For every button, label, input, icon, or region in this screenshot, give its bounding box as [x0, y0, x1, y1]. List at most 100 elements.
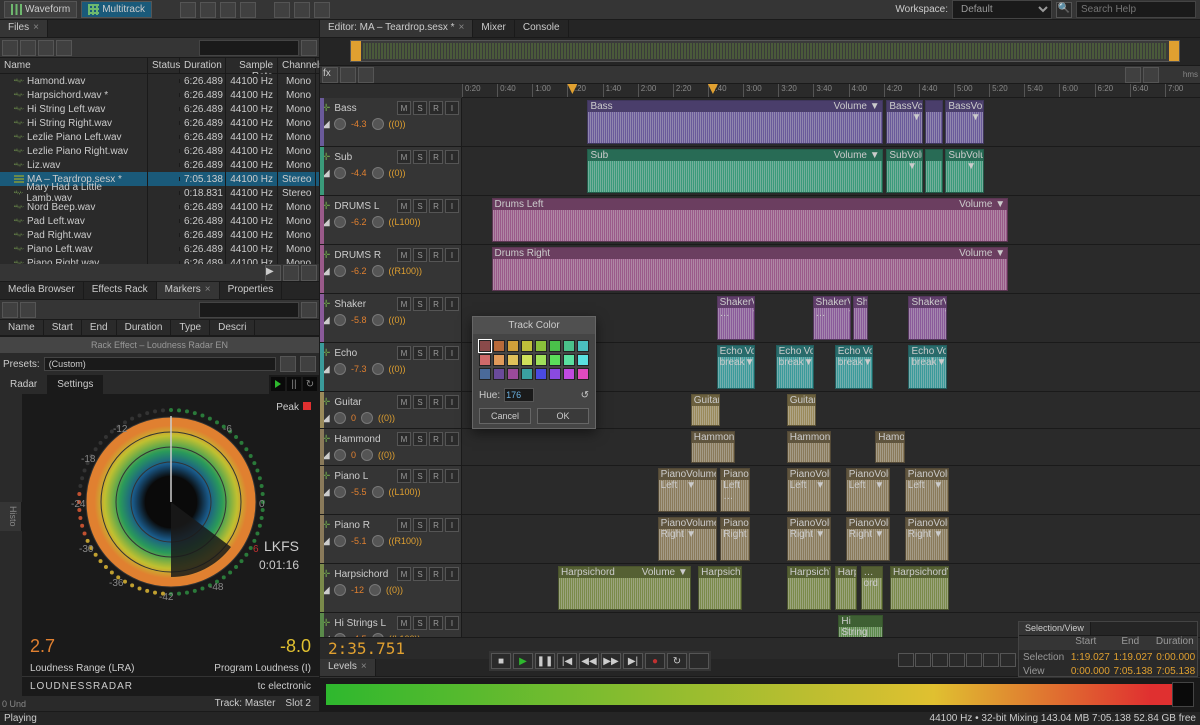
panel-tab[interactable]: Effects Rack — [84, 282, 157, 299]
record-arm-button[interactable]: R — [429, 395, 443, 409]
color-swatch[interactable] — [479, 368, 491, 380]
solo-button[interactable]: S — [413, 567, 427, 581]
radar-pause-button[interactable]: || — [287, 377, 301, 391]
audio-clip[interactable]: Echo breakVolume ▼ — [776, 345, 814, 389]
mute-button[interactable]: M — [397, 150, 411, 164]
audio-clip[interactable]: Echo breakVolume ▼ — [908, 345, 946, 389]
solo-button[interactable]: S — [413, 248, 427, 262]
monitor-button[interactable]: I — [445, 395, 459, 409]
mute-button[interactable]: M — [397, 432, 411, 446]
color-swatch[interactable] — [535, 340, 547, 352]
stop-button[interactable]: ■ — [491, 653, 511, 669]
snap-toggle[interactable] — [1125, 67, 1141, 83]
solo-button[interactable]: S — [413, 346, 427, 360]
cancel-button[interactable]: Cancel — [479, 408, 531, 424]
file-row[interactable]: Nord Beep.wav6:26.48944100 HzMono — [0, 200, 319, 214]
zoom-in-h[interactable] — [898, 653, 914, 667]
audio-clip[interactable]: Drums RightVolume ▼ — [492, 247, 1009, 291]
mute-button[interactable]: M — [397, 395, 411, 409]
zoom-full[interactable] — [932, 653, 948, 667]
mute-button[interactable]: M — [397, 567, 411, 581]
reset-hue-icon[interactable]: ↺ — [581, 390, 589, 401]
file-autoplay-button[interactable] — [301, 265, 317, 281]
record-arm-button[interactable]: R — [429, 346, 443, 360]
mute-button[interactable]: M — [397, 248, 411, 262]
tool-time-select[interactable] — [240, 2, 256, 18]
pan-knob[interactable] — [372, 363, 384, 375]
pan-knob[interactable] — [369, 584, 381, 596]
volume-knob[interactable] — [334, 535, 346, 547]
color-swatch[interactable] — [493, 340, 505, 352]
color-swatch[interactable] — [549, 368, 561, 380]
pan-knob[interactable] — [361, 449, 373, 461]
audio-clip[interactable]: Shaker …Volume ▼ — [717, 296, 755, 340]
import-button[interactable] — [20, 40, 36, 56]
close-file-button[interactable] — [38, 40, 54, 56]
audio-clip[interactable] — [925, 100, 943, 144]
audio-clip[interactable]: Piano Left … — [720, 468, 750, 512]
send-toggle[interactable] — [340, 67, 356, 83]
record-arm-button[interactable]: R — [429, 297, 443, 311]
audio-clip[interactable]: HarpsichVolume ▼ — [698, 566, 742, 610]
audio-clip[interactable]: Guitar — [787, 394, 817, 426]
color-swatch[interactable] — [521, 368, 533, 380]
color-swatch[interactable] — [577, 354, 589, 366]
mute-button[interactable]: M — [397, 616, 411, 630]
zoom-sel[interactable] — [949, 653, 965, 667]
volume-knob[interactable] — [334, 167, 346, 179]
open-file-button[interactable] — [2, 40, 18, 56]
panel-tab[interactable]: Properties — [220, 282, 283, 299]
audio-clip[interactable]: Piano RightVolume ▼ — [658, 517, 717, 561]
pan-knob[interactable] — [372, 118, 384, 130]
record-button[interactable]: ● — [645, 653, 665, 669]
delete-preset-button[interactable] — [300, 356, 316, 372]
color-swatch[interactable] — [549, 354, 561, 366]
next-button[interactable]: ▶| — [623, 653, 643, 669]
audio-clip[interactable]: HarpsichordVolume ▼ — [558, 566, 691, 610]
snap-options[interactable] — [1143, 67, 1159, 83]
audio-clip[interactable]: Shaker …Volume ▼ — [813, 296, 851, 340]
solo-button[interactable]: S — [413, 518, 427, 532]
file-loop-button[interactable] — [283, 265, 299, 281]
monitor-button[interactable]: I — [445, 616, 459, 630]
track-lane[interactable]: Drums LeftVolume ▼ — [462, 196, 1200, 244]
file-list[interactable]: Hamond.wav6:26.48944100 HzMonoHarpsichor… — [0, 74, 319, 264]
fx-toggle[interactable]: fx — [322, 67, 338, 83]
audio-clip[interactable]: HarpsichordVolume ▼ — [890, 566, 949, 610]
color-swatch[interactable] — [577, 340, 589, 352]
monitor-button[interactable]: I — [445, 469, 459, 483]
track-lane[interactable]: SubVolume ▼SubVolume ▼SubVolume ▼ — [462, 147, 1200, 195]
color-swatch[interactable] — [549, 340, 561, 352]
color-swatch[interactable] — [493, 368, 505, 380]
color-swatch[interactable] — [563, 340, 575, 352]
pan-knob[interactable] — [372, 167, 384, 179]
pan-knob[interactable] — [372, 216, 384, 228]
loop-button[interactable]: ↻ — [667, 653, 687, 669]
audio-clip[interactable]: Hi String Left — [838, 615, 882, 637]
time-ruler[interactable]: 0:200:401:001:201:402:002:202:403:003:20… — [462, 84, 1200, 98]
marker-filter-input[interactable] — [199, 302, 299, 318]
multitrack-mode-button[interactable]: Multitrack — [81, 1, 152, 18]
file-row[interactable]: Hamond.wav6:26.48944100 HzMono — [0, 74, 319, 88]
audio-clip[interactable]: SubVolume ▼ — [886, 149, 923, 193]
pause-button[interactable]: ❚❚ — [535, 653, 555, 669]
audio-clip[interactable]: Echo breakVolume ▼ — [835, 345, 873, 389]
audio-clip[interactable]: ShakerVolume ▼ — [908, 296, 946, 340]
file-row[interactable]: Hi String Right.wav6:26.48944100 HzMono — [0, 116, 319, 130]
audio-clip[interactable]: …ord — [861, 566, 883, 610]
record-arm-button[interactable]: R — [429, 101, 443, 115]
console-tab[interactable]: Console — [515, 20, 569, 37]
audio-clip[interactable]: Hamond — [875, 431, 905, 463]
audio-clip[interactable]: Shaker — [853, 296, 868, 340]
volume-knob[interactable] — [334, 449, 346, 461]
mute-button[interactable]: M — [397, 199, 411, 213]
pan-knob[interactable] — [372, 265, 384, 277]
record-arm-button[interactable]: R — [429, 150, 443, 164]
solo-button[interactable]: S — [413, 395, 427, 409]
pan-knob[interactable] — [372, 535, 384, 547]
zoom-out-v[interactable] — [983, 653, 999, 667]
record-arm-button[interactable]: R — [429, 248, 443, 262]
files-tab[interactable]: Files× — [0, 20, 48, 37]
record-arm-button[interactable]: R — [429, 469, 443, 483]
mute-button[interactable]: M — [397, 101, 411, 115]
